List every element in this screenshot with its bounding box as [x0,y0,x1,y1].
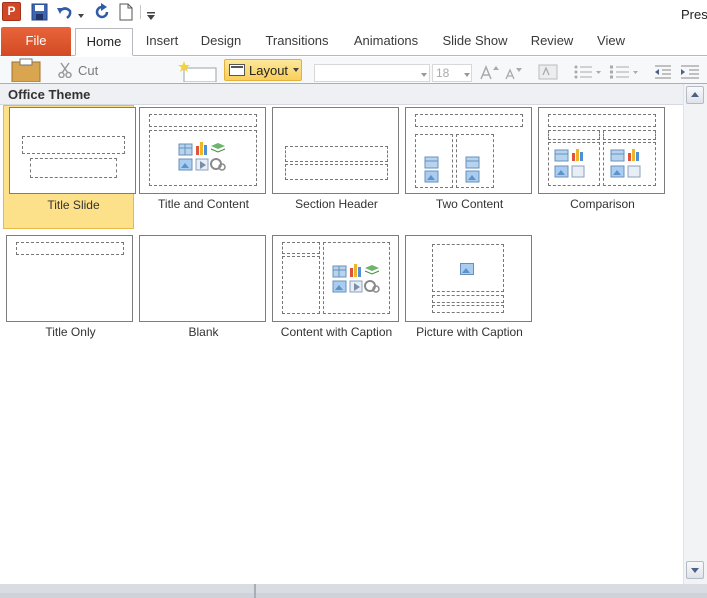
powerpoint-logo-icon[interactable]: P [2,2,21,21]
tab-transitions[interactable]: Transitions [258,28,336,56]
subtitle-placeholder [30,158,117,178]
title-placeholder [16,242,124,255]
font-dropdown-icon[interactable] [421,73,427,77]
caption-placeholder [432,305,504,313]
layout-label: Content with Caption [280,325,393,339]
layout-thumbnail [9,107,136,194]
ribbon-tabs: File Home Insert Design Transitions Anim… [0,26,707,56]
tab-design[interactable]: Design [194,28,248,56]
save-icon[interactable] [31,3,48,21]
new-document-icon[interactable] [119,3,133,21]
layout-thumbnail [405,235,532,322]
title-placeholder [285,146,388,162]
scroll-up-button[interactable] [686,86,704,104]
gallery-section-header: Office Theme [0,84,683,105]
text-placeholder [285,164,388,180]
font-size-dropdown-icon[interactable] [464,73,470,77]
title-placeholder [22,136,125,154]
layout-section-header[interactable]: Section Header [266,105,399,229]
layout-title-slide[interactable]: Title Slide [3,105,136,229]
layout-blank[interactable]: Blank [133,233,266,357]
customize-toolbar-icon[interactable] [146,7,156,25]
cut-label[interactable]: Cut [78,63,98,78]
font-name-box[interactable] [314,64,430,82]
layout-content-with-caption[interactable]: Content with Caption [266,233,399,357]
layout-thumbnail [272,107,399,194]
caption-placeholder [282,256,320,314]
layout-label: Blank [188,325,219,339]
layout-label: Comparison [570,197,635,211]
toolbar-separator [140,5,141,19]
tab-slide-show[interactable]: Slide Show [437,28,513,56]
tab-home[interactable]: Home [75,28,133,56]
content-icons [424,156,439,183]
title-placeholder [149,114,257,127]
tab-view[interactable]: View [590,28,632,56]
layout-label: Picture with Caption [416,325,523,339]
quick-access-toolbar: P Pres [0,0,707,28]
layout-title-and-content[interactable]: Title and Content [133,105,266,229]
vertical-scrollbar[interactable] [683,84,707,584]
tab-file[interactable]: File [1,27,71,56]
title-placeholder [548,114,656,127]
layout-label: Title and Content [158,197,249,211]
resize-grip [0,593,707,598]
layout-title-only[interactable]: Title Only [0,233,133,357]
layout-thumbnail [139,235,266,322]
layout-picture-with-caption[interactable]: Picture with Caption [399,233,532,357]
tab-review[interactable]: Review [524,28,580,56]
bar-divider [254,584,256,598]
layout-gallery: Office Theme Title Slide Title and Conte… [0,83,707,598]
window-title: Pres [681,7,707,22]
layout-thumbnail [6,235,133,322]
decrease-indent-icon[interactable] [654,64,672,80]
tab-insert[interactable]: Insert [138,28,186,56]
arrow-down-icon [691,568,699,573]
chevron-down-icon [293,68,299,72]
clear-formatting-icon[interactable] [538,64,558,80]
new-slide-icon[interactable] [178,60,218,82]
layout-thumbnail [139,107,266,194]
paste-icon[interactable] [10,58,46,82]
right-heading-placeholder [603,130,656,140]
layout-label: Layout [249,63,289,78]
layout-thumbnail [405,107,532,194]
picture-icon [460,263,474,275]
undo-icon[interactable] [56,3,74,21]
layout-label: Two Content [435,197,504,211]
layout-label: Title Only [45,325,96,339]
layout-comparison[interactable]: Comparison [532,105,665,229]
layout-icon [229,64,245,76]
bullets-icon[interactable] [574,64,602,80]
content-icons [610,149,641,178]
title-placeholder [282,242,320,254]
content-icons [178,142,226,171]
gallery-resize-bar[interactable] [0,584,707,598]
title-placeholder [432,295,504,303]
layout-label: Section Header [295,197,378,211]
content-icons [332,264,380,293]
numbering-icon[interactable] [609,64,639,80]
redo-icon[interactable] [93,3,111,21]
grow-font-icon[interactable] [480,64,500,80]
layout-label: Title Slide [47,198,100,212]
title-placeholder [415,114,523,127]
arrow-up-icon [691,92,699,97]
content-icons [554,149,585,178]
content-icons [465,156,480,183]
undo-dropdown-icon[interactable] [78,8,86,26]
scroll-down-button[interactable] [686,561,704,579]
layout-button[interactable]: Layout [224,59,302,81]
tab-animations[interactable]: Animations [345,28,427,56]
scissors-icon[interactable] [58,62,72,78]
layout-thumbnail [538,107,665,194]
layout-thumbnail [272,235,399,322]
left-heading-placeholder [548,130,600,140]
layout-two-content[interactable]: Two Content [399,105,532,229]
shrink-font-icon[interactable] [505,66,523,80]
theme-name: Office Theme [8,87,91,102]
increase-indent-icon[interactable] [680,64,700,80]
